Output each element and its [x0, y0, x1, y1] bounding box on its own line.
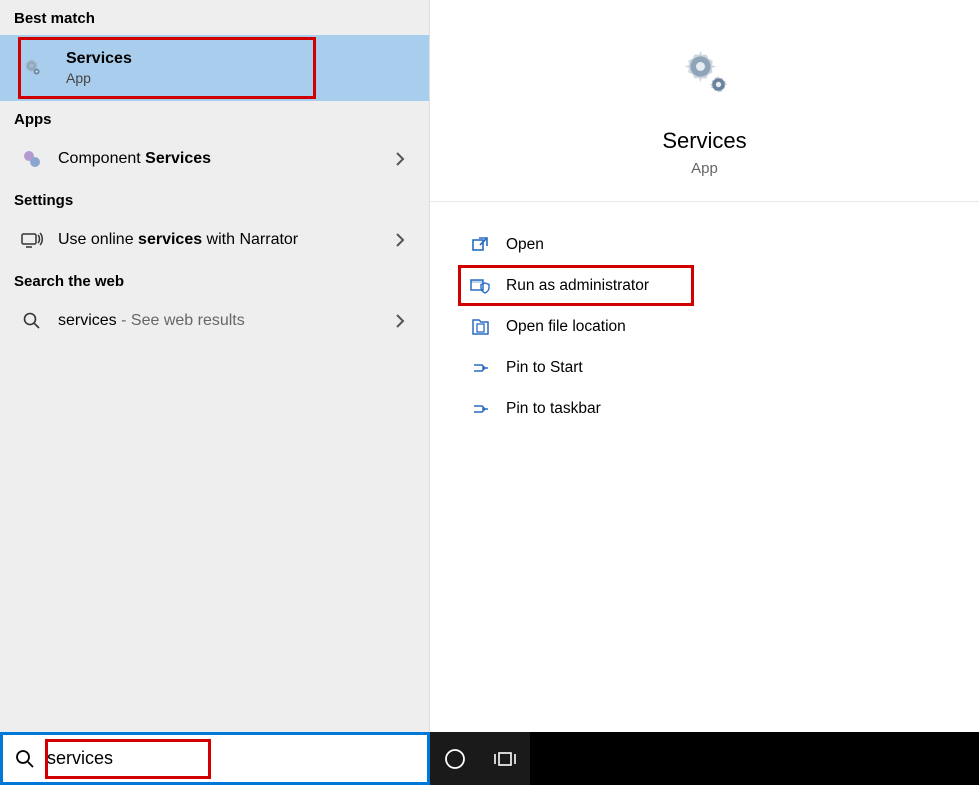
narrator-icon: [18, 226, 46, 254]
action-label: Run as administrator: [506, 277, 649, 295]
web-item-label: services - See web results: [58, 312, 395, 330]
search-input[interactable]: [47, 748, 417, 769]
apps-header: Apps: [0, 101, 429, 136]
action-run-as-administrator[interactable]: Run as administrator: [430, 265, 979, 306]
open-icon: [468, 233, 492, 257]
best-match-title: Services: [66, 50, 132, 68]
pin-icon: [468, 397, 492, 421]
taskbar-empty: [530, 732, 979, 785]
taskbar-search-box[interactable]: [0, 732, 430, 785]
pin-icon: [468, 356, 492, 380]
action-pin-to-start[interactable]: Pin to Start: [430, 347, 979, 388]
chevron-right-icon[interactable]: [395, 233, 415, 247]
admin-shield-icon: [468, 274, 492, 298]
cortana-button[interactable]: [430, 732, 480, 785]
search-icon: [13, 747, 37, 771]
search-results-panel: Best match Services App: [0, 0, 430, 732]
best-match-item-services[interactable]: Services App: [0, 35, 429, 101]
highlight-box: [18, 37, 316, 99]
chevron-right-icon[interactable]: [395, 314, 415, 328]
settings-item-label: Use online services with Narrator: [58, 231, 395, 249]
action-label: Pin to Start: [506, 359, 583, 377]
action-open-file-location[interactable]: Open file location: [430, 306, 979, 347]
action-label: Open file location: [506, 318, 626, 336]
search-web-header: Search the web: [0, 263, 429, 298]
apps-item-component-services[interactable]: Component Services: [0, 136, 429, 182]
settings-header: Settings: [0, 182, 429, 217]
taskbar: [0, 732, 979, 785]
action-label: Pin to taskbar: [506, 400, 601, 418]
action-label: Open: [506, 236, 544, 254]
details-subtitle: App: [691, 160, 718, 177]
component-services-icon: [18, 145, 46, 173]
chevron-right-icon[interactable]: [395, 152, 415, 166]
action-open[interactable]: Open: [430, 224, 979, 265]
gears-icon: [18, 53, 48, 83]
apps-item-label: Component Services: [58, 150, 395, 168]
best-match-text: Services App: [66, 50, 132, 86]
action-pin-to-taskbar[interactable]: Pin to taskbar: [430, 388, 979, 429]
taskbar-right: [430, 732, 979, 785]
best-match-header: Best match: [0, 0, 429, 35]
actions-list: Open Run as administrator Open file loca…: [430, 202, 979, 429]
details-panel: Services App Open Run as administrator: [430, 0, 979, 732]
settings-item-narrator[interactable]: Use online services with Narrator: [0, 217, 429, 263]
best-match-subtitle: App: [66, 70, 132, 86]
folder-icon: [468, 315, 492, 339]
gears-icon: [678, 44, 732, 98]
details-hero: Services App: [430, 0, 979, 202]
task-view-button[interactable]: [480, 732, 530, 785]
web-item-services[interactable]: services - See web results: [0, 298, 429, 344]
details-title: Services: [662, 128, 746, 154]
search-icon: [18, 307, 46, 335]
